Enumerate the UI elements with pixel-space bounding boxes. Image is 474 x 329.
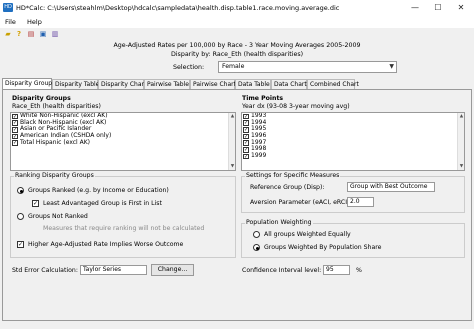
weighting-title: Population Weighting [245,219,313,226]
checkbox[interactable]: ✓ [12,140,18,146]
timepoints-list[interactable]: ✓ 1993 ✓ 1994 ✓ 1995 ✓ 1996 ✓ 1997 ✓ 1998 ✓ 199… [241,112,465,171]
checkbox[interactable]: ✓ [12,120,18,126]
settings-title: Settings for Specific Measures [245,172,341,179]
checkbox[interactable]: ✓ [243,127,249,133]
scroll-down-icon[interactable]: ▼ [458,163,464,170]
ci-label: Confidence Interval level: [242,267,322,274]
menu-help[interactable]: Help [27,18,42,26]
groups-list[interactable]: ✓ White Non-Hispanic (excl AK) ✓ Black Non… [10,112,236,171]
tab-disparity-table[interactable]: Disparity Table [52,79,99,89]
list-item[interactable]: ✓ 1999 [242,152,464,160]
higher-rate-label: Higher Age-Adjusted Rate Implies Worse O… [28,241,184,248]
window-title: HD*Calc: C:\Users\steahlm\Desktop\hdcalc… [16,4,340,12]
list-item[interactable]: ✓ 1998 [242,146,464,153]
weighting-group [241,223,465,258]
groups-subtitle: Race_Eth (health disparities) [12,103,101,110]
chart-icon[interactable]: ▥ [51,30,59,38]
ranking-title: Ranking Disparity Groups [14,172,95,179]
checkbox[interactable]: ✓ [12,133,18,140]
header-subtitle: Disparity by: Race_Eth (health dispariti… [170,50,304,58]
tab-disparity-chart[interactable]: Disparity Chart [98,79,146,89]
list-item[interactable]: ✓ 1996 [242,132,464,140]
export-icon[interactable]: ▣ [39,30,47,38]
groups-ranked-label: Groups Ranked (e.g. by Income or Educati… [28,187,169,194]
timepoints-subtitle: Year dx (93-08 3-year moving avg) [242,103,350,110]
toolbar: ▰ ? ▤ ▣ ▥ [0,28,474,40]
aversion-field[interactable]: 2.0 [347,197,374,207]
checkbox[interactable]: ✓ [243,120,249,126]
list-item[interactable]: ✓ Total Hispanic (excl AK) [11,139,235,147]
scroll-down-icon[interactable]: ▼ [229,163,235,170]
selection-dropdown[interactable]: Female ▼ [218,61,397,73]
checkbox[interactable]: ✓ [243,140,249,146]
higher-rate-checkbox[interactable]: ✓ [17,241,24,248]
header-title: Age-Adjusted Rates per 100,000 by Race -… [113,42,361,49]
reference-group-label: Reference Group (Disp): [250,184,325,191]
selection-value: Female [222,63,245,70]
weighted-equally-label: All groups Weighted Equally [264,231,351,238]
checkbox[interactable]: ✓ [12,127,18,133]
least-advantaged-label: Least Advantaged Group is First in List [43,200,162,207]
list-item[interactable]: ✓ 1995 [242,126,464,133]
report-header: Age-Adjusted Rates per 100,000 by Race -… [0,42,474,59]
reference-group-field[interactable]: Group with Best Outcome [347,182,435,192]
tab-pairwise-chart[interactable]: Pairwise Chart [190,79,236,89]
groups-not-ranked-radio[interactable] [17,213,24,220]
checkbox[interactable]: ✓ [243,153,249,160]
groups-ranked-radio[interactable] [17,187,24,194]
groups-not-ranked-label: Groups Not Ranked [28,213,88,220]
menu-file[interactable]: File [5,18,16,26]
groups-title: Disparity Groups [12,95,71,102]
checkbox[interactable]: ✓ [12,113,18,120]
checkbox[interactable]: ✓ [243,133,249,140]
change-button[interactable]: Change... [151,264,194,276]
ci-unit: % [356,267,362,274]
checkbox[interactable]: ✓ [243,147,249,153]
weighted-population-label: Groups Weighted By Population Share [264,244,382,251]
aversion-label: Aversion Parameter (eACI, eRCI): [250,199,352,206]
ci-field[interactable]: 95 [323,265,350,275]
close-button[interactable]: ✕ [450,2,472,14]
groups-scrollbar[interactable]: ▲ ▼ [228,113,235,170]
checkbox[interactable]: ✓ [243,113,249,120]
list-item[interactable]: ✓ 1997 [242,139,464,147]
menu-bar: File Help [0,16,474,28]
weighted-equally-radio[interactable] [253,231,260,238]
selection-label: Selection: [173,64,205,71]
stderr-field[interactable]: Taylor Series [80,265,147,275]
weighted-population-radio[interactable] [253,244,260,251]
folder-open-icon[interactable]: ▰ [4,30,12,38]
disparity-groups-panel: Disparity Groups Race_Eth (health dispar… [2,89,472,321]
tab-pairwise-table[interactable]: Pairwise Table [144,79,190,89]
timepoints-scrollbar[interactable]: ▲ ▼ [457,113,464,170]
timepoints-title: Time Points [242,95,284,102]
minimize-button[interactable]: — [404,2,426,14]
least-advantaged-checkbox[interactable]: ✓ [32,200,39,207]
chevron-down-icon: ▼ [389,63,394,70]
help-icon[interactable]: ? [15,30,23,38]
tab-data-table[interactable]: Data Table [235,79,271,89]
list-item[interactable]: ✓ 1993 [242,113,464,120]
scroll-up-icon[interactable]: ▲ [458,113,464,120]
list-item[interactable]: ✓ 1994 [242,119,464,127]
tab-data-chart[interactable]: Data Chart [271,79,307,89]
ranking-note: Measures that require ranking will not b… [43,225,205,232]
title-bar: HD HD*Calc: C:\Users\steahlm\Desktop\hdc… [0,0,474,16]
scroll-up-icon[interactable]: ▲ [229,113,235,120]
app-icon: HD [3,3,13,12]
print-icon[interactable]: ▤ [27,30,35,38]
stderr-label: Std Error Calculation: [12,267,78,274]
tab-combined-chart[interactable]: Combined Chart [307,79,359,89]
maximize-button[interactable]: ☐ [427,2,449,14]
